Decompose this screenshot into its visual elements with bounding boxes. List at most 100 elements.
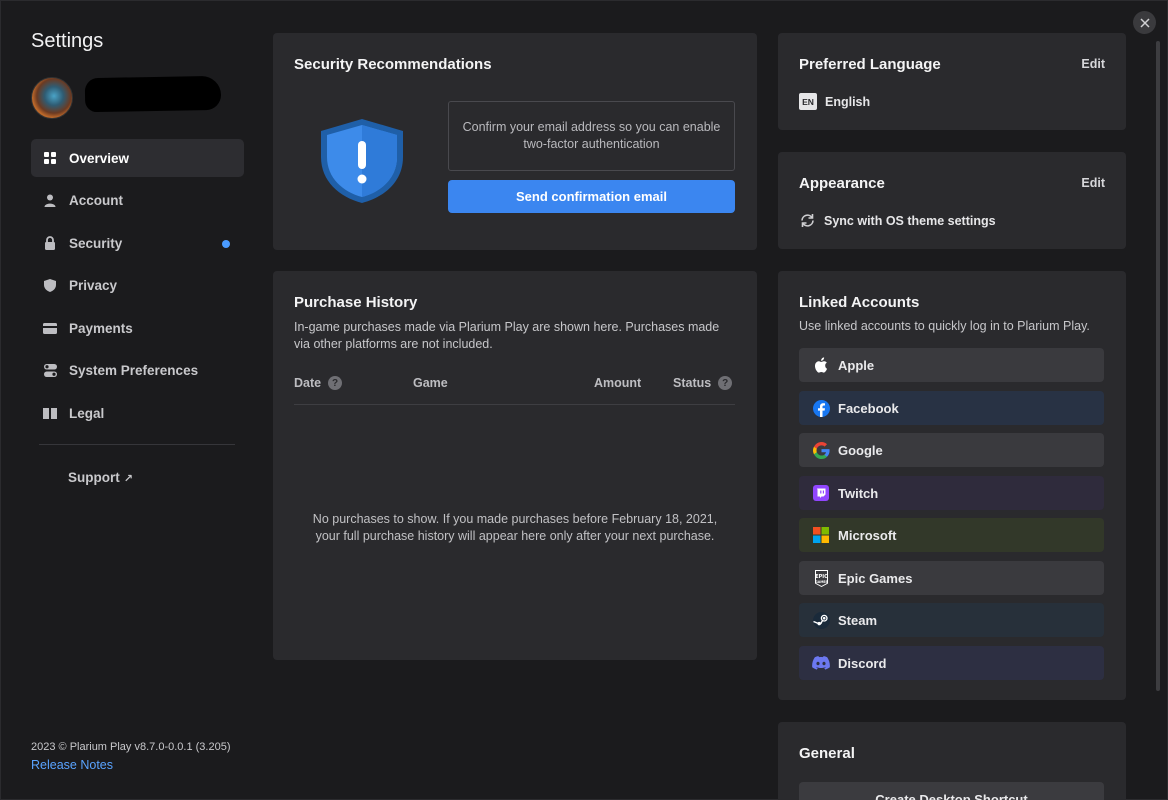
version-text: 2023 © Plarium Play v8.7.0-0.0.1 (3.205)	[31, 741, 231, 753]
link-google-button[interactable]: Google	[799, 433, 1104, 467]
external-link-icon: ↗	[123, 473, 133, 485]
language-card: Preferred Language Edit EN English	[778, 33, 1126, 130]
general-card: General Create Desktop Shortcut	[778, 722, 1126, 800]
appearance-title: Appearance	[799, 175, 885, 192]
link-steam-button[interactable]: Steam	[799, 603, 1104, 637]
account-label: Steam	[838, 612, 878, 628]
column-status: Status ?	[673, 376, 733, 390]
scrollbar[interactable]	[1156, 41, 1160, 691]
sidebar-item-label: Privacy	[69, 278, 118, 294]
avatar[interactable]	[31, 77, 73, 119]
column-label: Status	[673, 376, 712, 390]
confirm-email-message: Confirm your email address so you can en…	[448, 101, 735, 171]
edit-language-button[interactable]: Edit	[1081, 57, 1105, 71]
username-redacted	[84, 75, 222, 113]
sidebar-item-overview[interactable]: Overview	[31, 139, 244, 177]
sidebar-item-system-preferences[interactable]: System Preferences	[31, 352, 244, 390]
close-button[interactable]	[1133, 11, 1156, 34]
link-apple-button[interactable]: Apple	[799, 348, 1104, 382]
link-twitch-button[interactable]: Twitch	[799, 476, 1104, 510]
link-microsoft-button[interactable]: Microsoft	[799, 518, 1104, 552]
sidebar-item-label: Security	[69, 235, 123, 251]
support-label: Support	[68, 470, 120, 485]
sidebar-item-privacy[interactable]: Privacy	[31, 267, 244, 305]
linked-accounts-card: Linked Accounts Use linked accounts to q…	[778, 271, 1126, 700]
send-confirmation-button[interactable]: Send confirmation email	[448, 180, 735, 213]
edit-appearance-button[interactable]: Edit	[1081, 176, 1105, 190]
column-game: Game	[413, 376, 448, 390]
sidebar-item-payments[interactable]: Payments	[31, 309, 244, 347]
user-icon	[43, 194, 57, 208]
release-notes-link[interactable]: Release Notes	[31, 758, 113, 772]
column-label: Amount	[594, 376, 642, 390]
epic-games-icon: EPIC GAMES	[812, 569, 830, 587]
sidebar-item-label: Payments	[69, 320, 133, 336]
page-title: Settings	[31, 30, 104, 52]
close-icon	[1139, 17, 1150, 28]
sidebar: Settings Overview Account Security Priva…	[1, 1, 259, 800]
language-value-row: EN English	[799, 93, 870, 110]
purchase-title: Purchase History	[294, 294, 418, 311]
column-date: Date ?	[294, 376, 343, 390]
sidebar-item-account[interactable]: Account	[31, 182, 244, 220]
help-icon[interactable]: ?	[328, 376, 343, 390]
purchase-table-header: Date ? Game Amount Status ?	[294, 375, 735, 405]
discord-icon	[812, 654, 830, 672]
svg-text:GAMES: GAMES	[815, 580, 828, 584]
apple-icon	[812, 356, 830, 374]
account-label: Discord	[838, 655, 887, 671]
account-label: Google	[838, 442, 883, 458]
settings-window: Settings Overview Account Security Priva…	[0, 0, 1168, 800]
support-link[interactable]: Support ↗	[68, 470, 133, 485]
google-icon	[812, 441, 830, 459]
language-badge-icon: EN	[799, 93, 817, 110]
linked-description: Use linked accounts to quickly log in to…	[799, 319, 1090, 333]
empty-state-message: No purchases to show. If you made purcha…	[312, 512, 718, 543]
linked-title: Linked Accounts	[799, 294, 920, 311]
link-facebook-button[interactable]: Facebook	[799, 391, 1104, 425]
account-label: Facebook	[838, 400, 899, 416]
account-label: Twitch	[838, 485, 879, 501]
purchase-history-card: Purchase History In-game purchases made …	[273, 271, 757, 660]
account-label: Epic Games	[838, 570, 913, 586]
security-card: Security Recommendations Confirm your em…	[273, 33, 757, 250]
sidebar-item-label: Overview	[69, 150, 130, 166]
steam-icon	[812, 611, 830, 629]
appearance-value-row: Sync with OS theme settings	[799, 212, 996, 229]
link-epic-games-button[interactable]: EPIC GAMES Epic Games	[799, 561, 1104, 595]
book-icon	[43, 407, 57, 421]
sync-icon	[799, 212, 816, 229]
sidebar-item-label: Legal	[69, 406, 105, 422]
sidebar-nav: Overview Account Security Privacy Paymen…	[31, 139, 244, 437]
appearance-value: Sync with OS theme settings	[824, 213, 996, 228]
create-shortcut-button[interactable]: Create Desktop Shortcut	[799, 782, 1104, 800]
purchase-description: In-game purchases made via Plarium Play …	[294, 320, 720, 351]
column-amount: Amount	[594, 376, 641, 390]
sidebar-item-security[interactable]: Security	[31, 224, 244, 262]
notification-dot	[222, 240, 230, 249]
sidebar-item-label: System Preferences	[69, 363, 199, 379]
toggle-icon	[43, 364, 57, 378]
shield-alert-icon	[321, 119, 403, 203]
account-label: Microsoft	[838, 527, 897, 543]
account-label: Apple	[838, 357, 875, 373]
appearance-card: Appearance Edit Sync with OS theme setti…	[778, 152, 1126, 249]
help-icon[interactable]: ?	[718, 376, 733, 390]
general-title: General	[799, 745, 855, 762]
lock-icon	[43, 236, 57, 251]
facebook-icon	[812, 399, 830, 417]
language-title: Preferred Language	[799, 56, 941, 73]
language-value: English	[825, 94, 871, 109]
shield-icon	[43, 279, 57, 293]
twitch-icon	[812, 484, 830, 502]
sidebar-item-label: Account	[69, 193, 123, 209]
card-icon	[43, 321, 57, 335]
column-label: Game	[413, 376, 448, 390]
sidebar-item-legal[interactable]: Legal	[31, 395, 244, 433]
grid-icon	[43, 151, 57, 165]
sidebar-divider	[39, 444, 235, 445]
microsoft-icon	[812, 526, 830, 544]
column-label: Date	[294, 376, 322, 390]
link-discord-button[interactable]: Discord	[799, 646, 1104, 680]
security-title: Security Recommendations	[294, 56, 492, 73]
